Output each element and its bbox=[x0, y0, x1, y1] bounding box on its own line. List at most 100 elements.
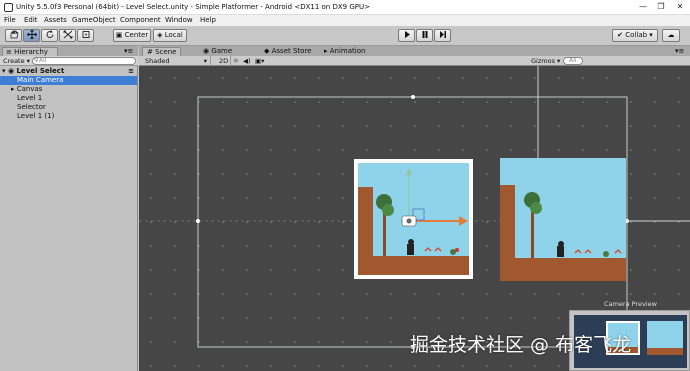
menu-bar: File Edit Assets GameObject Component Wi… bbox=[0, 15, 690, 26]
hierarchy-search-input[interactable]: ⚲ All bbox=[32, 57, 136, 65]
player-sprite bbox=[558, 241, 564, 247]
rotate-tool-button[interactable] bbox=[41, 29, 58, 42]
menu-edit[interactable]: Edit bbox=[24, 16, 38, 24]
play-icon bbox=[404, 31, 410, 38]
scene-toolbar: Shaded ▾ 2D ☼ ◀) ▣▾ Gizmos ▾ All bbox=[139, 56, 690, 66]
unity-scene-icon: ◉ bbox=[7, 67, 15, 75]
scene-tab-bar: # Scene ◉ Game ◆ Asset Store ▸ Animation… bbox=[139, 46, 690, 56]
menu-help[interactable]: Help bbox=[200, 16, 216, 24]
ground-block bbox=[358, 256, 469, 275]
scene-viewport[interactable]: Camera Preview bbox=[139, 66, 690, 371]
step-button[interactable] bbox=[434, 29, 451, 42]
enemy-sprite bbox=[603, 251, 609, 257]
scene-name: Level Select bbox=[16, 67, 65, 75]
hierarchy-item-label: Canvas bbox=[16, 85, 43, 93]
hierarchy-item-selector[interactable]: Selector bbox=[0, 103, 137, 112]
gizmos-dropdown[interactable]: Gizmos ▾ bbox=[531, 56, 560, 66]
pivot-center-toggle[interactable]: ▣ Center bbox=[113, 29, 151, 42]
shading-mode-dropdown[interactable]: Shaded ▾ bbox=[145, 56, 211, 66]
scene-search-placeholder: All bbox=[569, 57, 577, 64]
hierarchy-item-canvas[interactable]: ▸ Canvas bbox=[0, 85, 137, 94]
search-icon: ⚲ bbox=[34, 57, 39, 64]
lighting-toggle[interactable]: ☼ bbox=[233, 56, 239, 66]
image-icon: ▣▾ bbox=[255, 57, 265, 65]
camera-icon bbox=[406, 218, 412, 224]
pause-button[interactable] bbox=[416, 29, 433, 42]
pivot-label: Center bbox=[124, 31, 149, 39]
tab-asset-store-label: Asset Store bbox=[271, 47, 312, 55]
hierarchy-item-level-1-copy[interactable]: Level 1 (1) bbox=[0, 112, 137, 121]
tab-hierarchy-label: Hierarchy bbox=[14, 48, 48, 56]
player-sprite bbox=[557, 246, 564, 257]
camera-preview-label: Camera Preview bbox=[604, 300, 657, 308]
scene-menu-icon[interactable]: ≡ bbox=[128, 67, 134, 76]
space-local-toggle[interactable]: ◈ Local bbox=[153, 29, 187, 42]
2d-toggle[interactable]: 2D bbox=[217, 56, 232, 66]
expand-arrow-icon: ▾ bbox=[2, 67, 6, 75]
collab-label: Collab ▾ bbox=[625, 31, 653, 39]
flower-sprite bbox=[455, 248, 459, 252]
tree-trunk bbox=[383, 212, 386, 256]
sun-icon: ☼ bbox=[233, 57, 239, 65]
animation-tab-icon: ▸ bbox=[324, 47, 328, 55]
tab-scene[interactable]: # Scene bbox=[142, 47, 182, 56]
hierarchy-item-level-1[interactable]: Level 1 bbox=[0, 94, 137, 103]
menu-window[interactable]: Window bbox=[165, 16, 193, 24]
create-dropdown[interactable]: Create ▾ bbox=[3, 57, 30, 65]
hierarchy-toolbar: Create ▾ ⚲ All bbox=[0, 56, 138, 66]
tab-asset-store[interactable]: ◆ Asset Store bbox=[260, 47, 316, 56]
play-button[interactable] bbox=[398, 29, 415, 42]
main-toolbar: ▣ Center ◈ Local ✔ Collab ▾ ☁ bbox=[0, 26, 690, 46]
tab-animation-label: Animation bbox=[329, 47, 366, 55]
scene-search-input[interactable]: All bbox=[563, 57, 583, 65]
move-tool-button[interactable] bbox=[23, 29, 40, 42]
effects-dropdown[interactable]: ▣▾ bbox=[255, 56, 264, 66]
level-1-copy-thumbnail[interactable] bbox=[500, 158, 626, 281]
collab-dropdown[interactable]: ✔ Collab ▾ bbox=[612, 29, 658, 42]
list-icon: ≡ bbox=[6, 48, 15, 56]
hand-icon bbox=[10, 30, 18, 39]
rect-transform-icon bbox=[82, 31, 89, 38]
hand-tool-button[interactable] bbox=[5, 29, 22, 42]
hierarchy-panel: ≡ Hierarchy ▾≡ Create ▾ ⚲ All ▾ ◉ Level … bbox=[0, 46, 138, 371]
tab-hierarchy[interactable]: ≡ Hierarchy bbox=[2, 47, 58, 56]
ground-block bbox=[500, 258, 626, 281]
speaker-icon: ◀) bbox=[243, 57, 251, 65]
store-tab-icon: ◆ bbox=[264, 47, 270, 55]
maximize-button[interactable]: ❐ bbox=[652, 1, 670, 13]
panel-menu-icon[interactable]: ▾≡ bbox=[124, 47, 133, 55]
tree-canopy bbox=[382, 204, 394, 216]
pause-icon bbox=[422, 31, 427, 38]
scale-tool-button[interactable] bbox=[59, 29, 76, 42]
move-arrows-icon bbox=[26, 29, 37, 40]
scene-tab-icon: # bbox=[147, 48, 153, 56]
resize-handle[interactable] bbox=[411, 95, 415, 99]
shading-mode-label: Shaded bbox=[145, 57, 170, 65]
rect-tool-button[interactable] bbox=[77, 29, 94, 42]
hierarchy-tab-bar: ≡ Hierarchy ▾≡ bbox=[0, 46, 138, 56]
space-label: Local bbox=[164, 31, 183, 39]
dropdown-arrow-icon: ▾ bbox=[203, 57, 207, 65]
tab-animation[interactable]: ▸ Animation bbox=[320, 47, 369, 56]
unity-logo-icon bbox=[4, 3, 13, 12]
step-icon bbox=[439, 31, 446, 38]
audio-toggle[interactable]: ◀) bbox=[243, 56, 251, 66]
window-title: Unity 5.5.0f3 Personal (64bit) - Level S… bbox=[16, 3, 370, 11]
menu-gameobject[interactable]: GameObject bbox=[72, 16, 116, 24]
menu-file[interactable]: File bbox=[4, 16, 16, 24]
menu-assets[interactable]: Assets bbox=[44, 16, 67, 24]
pivot-icon: ▣ bbox=[115, 31, 125, 39]
tab-game[interactable]: ◉ Game bbox=[199, 47, 236, 56]
search-placeholder: All bbox=[39, 57, 47, 64]
cloud-button[interactable]: ☁ bbox=[662, 29, 680, 42]
panel-menu-icon[interactable]: ▾≡ bbox=[675, 47, 684, 55]
close-button[interactable]: ✕ bbox=[671, 1, 689, 13]
level-1-thumbnail[interactable] bbox=[354, 159, 473, 279]
hierarchy-item-main-camera[interactable]: Main Camera bbox=[0, 76, 137, 85]
scene-root-row[interactable]: ▾ ◉ Level Select ≡ bbox=[0, 67, 137, 76]
player-sprite bbox=[407, 244, 414, 255]
menu-component[interactable]: Component bbox=[120, 16, 161, 24]
scene-panel: # Scene ◉ Game ◆ Asset Store ▸ Animation… bbox=[139, 46, 690, 371]
tree-canopy bbox=[530, 202, 542, 214]
minimize-button[interactable]: — bbox=[634, 1, 652, 13]
